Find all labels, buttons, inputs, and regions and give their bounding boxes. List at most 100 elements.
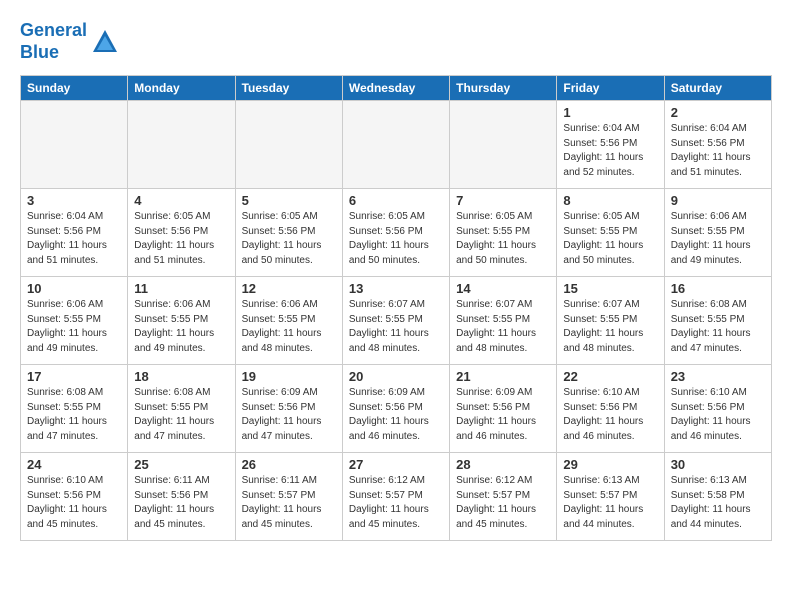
calendar-cell — [21, 101, 128, 189]
day-info: Sunrise: 6:08 AM Sunset: 5:55 PM Dayligh… — [27, 386, 121, 444]
calendar-cell: 25 Sunrise: 6:11 AM Sunset: 5:56 PM Dayli… — [128, 453, 235, 541]
day-number: 26 — [242, 457, 336, 472]
calendar-cell: 10 Sunrise: 6:06 AM Sunset: 5:55 PM Dayli… — [21, 277, 128, 365]
day-number: 14 — [456, 281, 550, 296]
day-info: Sunrise: 6:06 AM Sunset: 5:55 PM Dayligh… — [134, 298, 228, 356]
day-info: Sunrise: 6:04 AM Sunset: 5:56 PM Dayligh… — [671, 122, 765, 180]
week-row-3: 10 Sunrise: 6:06 AM Sunset: 5:55 PM Dayli… — [21, 277, 772, 365]
day-number: 29 — [563, 457, 657, 472]
page: General Blue SundayMondayTuesdayWednesda… — [0, 0, 792, 557]
day-info: Sunrise: 6:09 AM Sunset: 5:56 PM Dayligh… — [349, 386, 443, 444]
calendar-cell: 26 Sunrise: 6:11 AM Sunset: 5:57 PM Dayli… — [235, 453, 342, 541]
day-number: 12 — [242, 281, 336, 296]
calendar-cell: 7Sunrise: 6:05 AM Sunset: 5:55 PM Daylig… — [450, 189, 557, 277]
calendar-cell — [450, 101, 557, 189]
day-number: 10 — [27, 281, 121, 296]
calendar-cell: 5 Sunrise: 6:05 AM Sunset: 5:56 PM Daylig… — [235, 189, 342, 277]
calendar-cell — [342, 101, 449, 189]
day-info: Sunrise: 6:05 AM Sunset: 5:56 PM Dayligh… — [134, 210, 228, 268]
day-number: 16 — [671, 281, 765, 296]
day-number: 22 — [563, 369, 657, 384]
day-number: 15 — [563, 281, 657, 296]
calendar-cell: 9 Sunrise: 6:06 AM Sunset: 5:55 PM Daylig… — [664, 189, 771, 277]
day-info: Sunrise: 6:13 AM Sunset: 5:58 PM Dayligh… — [671, 474, 765, 532]
day-number: 23 — [671, 369, 765, 384]
day-info: Sunrise: 6:12 AM Sunset: 5:57 PM Dayligh… — [349, 474, 443, 532]
day-header-sunday: Sunday — [21, 76, 128, 101]
day-info: Sunrise: 6:10 AM Sunset: 5:56 PM Dayligh… — [563, 386, 657, 444]
day-info: Sunrise: 6:08 AM Sunset: 5:55 PM Dayligh… — [134, 386, 228, 444]
day-number: 27 — [349, 457, 443, 472]
calendar-cell: 11 Sunrise: 6:06 AM Sunset: 5:55 PM Dayli… — [128, 277, 235, 365]
day-info: Sunrise: 6:07 AM Sunset: 5:55 PM Dayligh… — [563, 298, 657, 356]
day-number: 20 — [349, 369, 443, 384]
day-number: 25 — [134, 457, 228, 472]
day-header-friday: Friday — [557, 76, 664, 101]
day-number: 13 — [349, 281, 443, 296]
calendar-body: 1 Sunrise: 6:04 AM Sunset: 5:56 PM Daylig… — [21, 101, 772, 541]
calendar-cell: 12Sunrise: 6:06 AM Sunset: 5:55 PM Dayli… — [235, 277, 342, 365]
day-info: Sunrise: 6:06 AM Sunset: 5:55 PM Dayligh… — [671, 210, 765, 268]
calendar-cell: 2Sunrise: 6:04 AM Sunset: 5:56 PM Daylig… — [664, 101, 771, 189]
day-info: Sunrise: 6:05 AM Sunset: 5:56 PM Dayligh… — [349, 210, 443, 268]
calendar-cell: 28 Sunrise: 6:12 AM Sunset: 5:57 PM Dayli… — [450, 453, 557, 541]
calendar-cell: 21Sunrise: 6:09 AM Sunset: 5:56 PM Dayli… — [450, 365, 557, 453]
calendar-cell: 29 Sunrise: 6:13 AM Sunset: 5:57 PM Dayli… — [557, 453, 664, 541]
day-info: Sunrise: 6:13 AM Sunset: 5:57 PM Dayligh… — [563, 474, 657, 532]
day-info: Sunrise: 6:05 AM Sunset: 5:55 PM Dayligh… — [456, 210, 550, 268]
day-number: 6 — [349, 193, 443, 208]
calendar-cell: 14 Sunrise: 6:07 AM Sunset: 5:55 PM Dayli… — [450, 277, 557, 365]
day-info: Sunrise: 6:07 AM Sunset: 5:55 PM Dayligh… — [349, 298, 443, 356]
day-number: 8 — [563, 193, 657, 208]
day-info: Sunrise: 6:09 AM Sunset: 5:56 PM Dayligh… — [242, 386, 336, 444]
week-row-1: 1 Sunrise: 6:04 AM Sunset: 5:56 PM Daylig… — [21, 101, 772, 189]
calendar-cell: 24 Sunrise: 6:10 AM Sunset: 5:56 PM Dayli… — [21, 453, 128, 541]
calendar-cell: 15 Sunrise: 6:07 AM Sunset: 5:55 PM Dayli… — [557, 277, 664, 365]
logo-text: General — [20, 20, 87, 42]
calendar-cell: 18 Sunrise: 6:08 AM Sunset: 5:55 PM Dayli… — [128, 365, 235, 453]
calendar-cell: 20 Sunrise: 6:09 AM Sunset: 5:56 PM Dayli… — [342, 365, 449, 453]
day-number: 30 — [671, 457, 765, 472]
header: General Blue — [20, 16, 772, 63]
day-info: Sunrise: 6:05 AM Sunset: 5:55 PM Dayligh… — [563, 210, 657, 268]
day-info: Sunrise: 6:04 AM Sunset: 5:56 PM Dayligh… — [563, 122, 657, 180]
calendar-cell: 13 Sunrise: 6:07 AM Sunset: 5:55 PM Dayli… — [342, 277, 449, 365]
calendar-cell: 8 Sunrise: 6:05 AM Sunset: 5:55 PM Daylig… — [557, 189, 664, 277]
day-number: 1 — [563, 105, 657, 120]
calendar-cell: 1 Sunrise: 6:04 AM Sunset: 5:56 PM Daylig… — [557, 101, 664, 189]
calendar-cell — [128, 101, 235, 189]
day-number: 9 — [671, 193, 765, 208]
day-info: Sunrise: 6:07 AM Sunset: 5:55 PM Dayligh… — [456, 298, 550, 356]
day-info: Sunrise: 6:11 AM Sunset: 5:57 PM Dayligh… — [242, 474, 336, 532]
day-info: Sunrise: 6:11 AM Sunset: 5:56 PM Dayligh… — [134, 474, 228, 532]
week-row-2: 3Sunrise: 6:04 AM Sunset: 5:56 PM Daylig… — [21, 189, 772, 277]
calendar-cell: 16 Sunrise: 6:08 AM Sunset: 5:55 PM Dayli… — [664, 277, 771, 365]
day-info: Sunrise: 6:10 AM Sunset: 5:56 PM Dayligh… — [27, 474, 121, 532]
calendar-header-row: SundayMondayTuesdayWednesdayThursdayFrid… — [21, 76, 772, 101]
week-row-5: 24 Sunrise: 6:10 AM Sunset: 5:56 PM Dayli… — [21, 453, 772, 541]
day-number: 18 — [134, 369, 228, 384]
day-info: Sunrise: 6:08 AM Sunset: 5:55 PM Dayligh… — [671, 298, 765, 356]
day-number: 5 — [242, 193, 336, 208]
day-header-saturday: Saturday — [664, 76, 771, 101]
logo-blue: Blue — [20, 42, 87, 64]
logo-icon — [91, 28, 119, 56]
calendar-cell: 22 Sunrise: 6:10 AM Sunset: 5:56 PM Dayli… — [557, 365, 664, 453]
logo: General Blue — [20, 20, 119, 63]
day-info: Sunrise: 6:06 AM Sunset: 5:55 PM Dayligh… — [27, 298, 121, 356]
day-header-monday: Monday — [128, 76, 235, 101]
day-number: 28 — [456, 457, 550, 472]
day-info: Sunrise: 6:04 AM Sunset: 5:56 PM Dayligh… — [27, 210, 121, 268]
day-header-wednesday: Wednesday — [342, 76, 449, 101]
day-info: Sunrise: 6:12 AM Sunset: 5:57 PM Dayligh… — [456, 474, 550, 532]
day-number: 11 — [134, 281, 228, 296]
calendar-cell: 3Sunrise: 6:04 AM Sunset: 5:56 PM Daylig… — [21, 189, 128, 277]
day-number: 19 — [242, 369, 336, 384]
day-info: Sunrise: 6:05 AM Sunset: 5:56 PM Dayligh… — [242, 210, 336, 268]
calendar-cell: 27 Sunrise: 6:12 AM Sunset: 5:57 PM Dayli… — [342, 453, 449, 541]
calendar-cell — [235, 101, 342, 189]
day-info: Sunrise: 6:10 AM Sunset: 5:56 PM Dayligh… — [671, 386, 765, 444]
week-row-4: 17Sunrise: 6:08 AM Sunset: 5:55 PM Dayli… — [21, 365, 772, 453]
day-number: 24 — [27, 457, 121, 472]
calendar-cell: 4Sunrise: 6:05 AM Sunset: 5:56 PM Daylig… — [128, 189, 235, 277]
